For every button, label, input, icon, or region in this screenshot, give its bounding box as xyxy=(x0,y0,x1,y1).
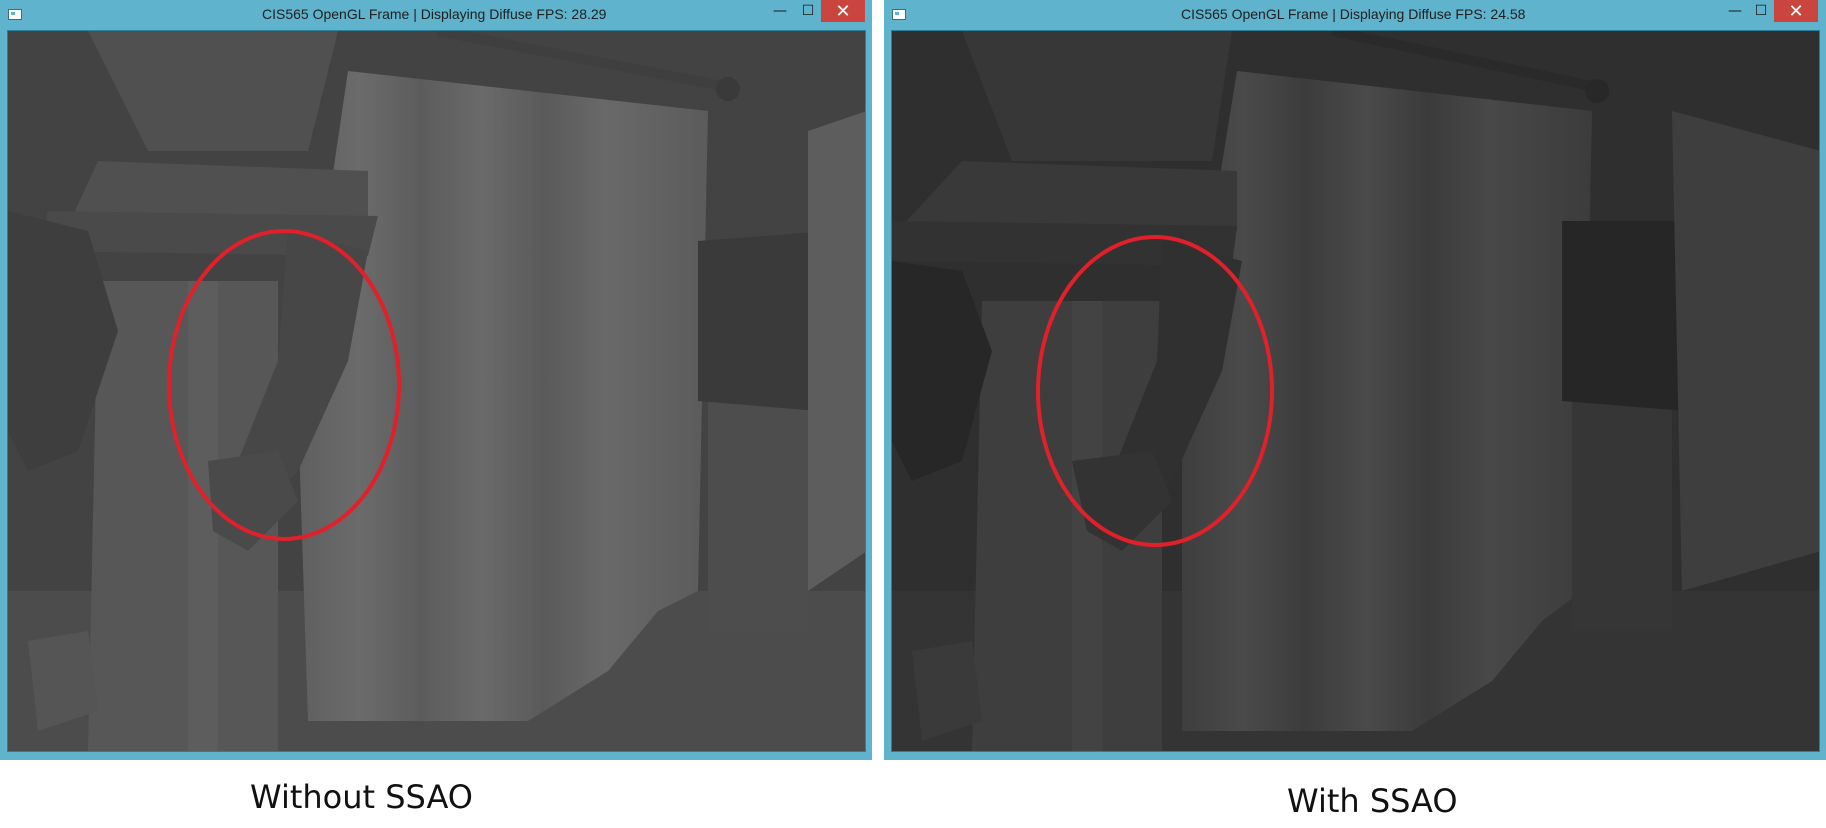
maximize-button[interactable]: ☐ xyxy=(1748,0,1774,22)
window-system-icon[interactable] xyxy=(8,9,22,20)
rendered-scene xyxy=(8,31,865,751)
window-title: CIS565 OpenGL Frame | Displaying Diffuse… xyxy=(262,6,607,22)
caption-without-ssao: Without SSAO xyxy=(250,778,473,816)
window-title: CIS565 OpenGL Frame | Displaying Diffuse… xyxy=(1181,6,1526,22)
rendered-scene xyxy=(892,31,1819,751)
caption-with-ssao: With SSAO xyxy=(1287,782,1458,820)
opengl-window-without-ssao: CIS565 OpenGL Frame | Displaying Diffuse… xyxy=(0,0,872,760)
opengl-window-with-ssao: CIS565 OpenGL Frame | Displaying Diffuse… xyxy=(884,0,1826,760)
close-button[interactable]: ✕ xyxy=(1774,0,1818,22)
render-viewport[interactable] xyxy=(7,30,866,752)
minimize-button[interactable]: — xyxy=(767,0,793,22)
close-button[interactable]: ✕ xyxy=(821,0,865,22)
render-viewport[interactable] xyxy=(891,30,1820,752)
title-bar[interactable]: CIS565 OpenGL Frame | Displaying Diffuse… xyxy=(0,0,872,30)
minimize-button[interactable]: — xyxy=(1722,0,1748,22)
window-system-icon[interactable] xyxy=(892,9,906,20)
title-bar[interactable]: CIS565 OpenGL Frame | Displaying Diffuse… xyxy=(884,0,1826,30)
maximize-button[interactable]: ☐ xyxy=(795,0,821,22)
